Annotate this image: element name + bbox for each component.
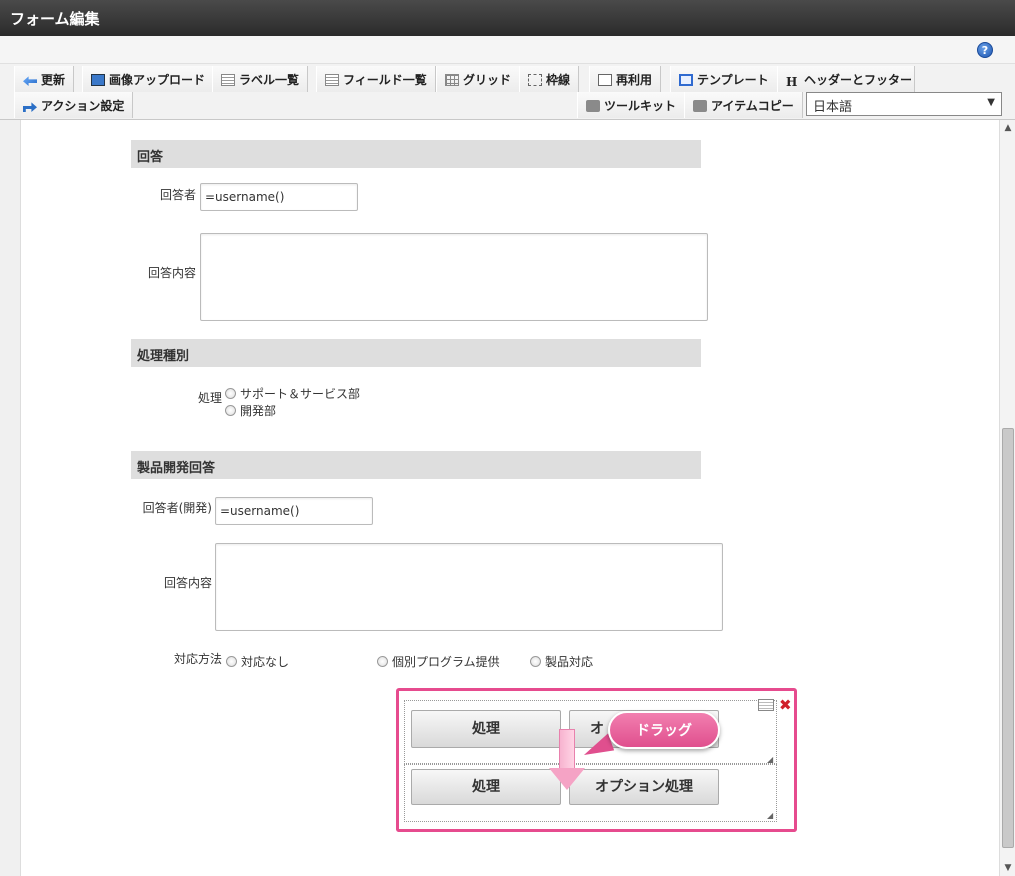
radio-individual-program[interactable]: 個別プログラム提供 <box>377 653 500 670</box>
section-header-answer: 回答 <box>131 140 701 168</box>
image-icon <box>91 74 105 86</box>
button-container-dragging[interactable]: ✖ 処理 オ ◢ <box>396 688 797 770</box>
resize-grip-icon[interactable]: ◢ <box>767 755 775 764</box>
language-select-value: 日本語 <box>813 100 853 115</box>
radio-development[interactable]: 開発部 <box>225 402 276 419</box>
toolbar: 更新 画像アップロード ラベル一覧 フィールド一覧 グリッド 枠線 再利用 テン… <box>0 64 1015 120</box>
reuse-button[interactable]: 再利用 <box>589 66 662 92</box>
chevron-down-icon: ▼ <box>987 97 995 108</box>
item-copy-button[interactable]: アイテムコピー <box>684 92 803 118</box>
button-container-target[interactable]: 処理 オプション処理 ◢ <box>396 764 797 832</box>
method-label: 対応方法 <box>173 652 222 666</box>
toolbox-icon <box>693 100 707 112</box>
radio-support-service[interactable]: サポート＆サービス部 <box>225 385 360 402</box>
grid-icon <box>445 74 459 86</box>
resize-grip-icon[interactable]: ◢ <box>767 811 775 820</box>
field-list-button[interactable]: フィールド一覧 <box>316 66 436 92</box>
grid-button[interactable]: グリッド <box>436 66 521 92</box>
respondent-input[interactable]: =username() <box>200 183 358 211</box>
scroll-down-icon[interactable]: ▼ <box>1000 860 1015 876</box>
answer-content-label: 回答内容 <box>147 266 196 280</box>
help-icon[interactable]: ? <box>977 42 993 58</box>
process-button[interactable]: 処理 <box>411 769 561 805</box>
section-header-process-type: 処理種別 <box>131 339 701 367</box>
document-icon <box>598 74 612 86</box>
template-button[interactable]: テンプレート <box>670 66 778 92</box>
header-icon: H <box>786 75 798 89</box>
image-upload-button[interactable]: 画像アップロード <box>82 66 215 92</box>
list-icon <box>325 74 339 86</box>
respondent-label: 回答者 <box>159 188 196 202</box>
dev-respondent-label: 回答者(開発) <box>142 501 212 515</box>
dev-answer-content-label: 回答内容 <box>163 576 212 590</box>
scroll-up-icon[interactable]: ▲ <box>1000 120 1015 136</box>
drag-callout: ドラッグ <box>608 711 720 749</box>
canvas-left-margin <box>0 120 21 876</box>
drag-arrow-head-icon <box>549 768 585 790</box>
update-button[interactable]: 更新 <box>14 66 75 92</box>
action-icon <box>23 102 37 112</box>
answer-content-textarea[interactable] <box>200 233 708 321</box>
list-icon <box>221 74 235 86</box>
template-icon <box>679 74 693 86</box>
scroll-thumb[interactable] <box>1002 428 1014 848</box>
toolbox-icon <box>586 100 600 112</box>
radio-circle[interactable] <box>530 656 541 667</box>
action-settings-button[interactable]: アクション設定 <box>14 92 134 118</box>
table-icon[interactable] <box>758 699 774 711</box>
radio-circle[interactable] <box>225 405 236 416</box>
header-footer-button[interactable]: H ヘッダーとフッター <box>777 66 915 92</box>
language-select[interactable]: 日本語 ▼ <box>806 92 1002 116</box>
process-label: 処理 <box>197 391 222 405</box>
process-button[interactable]: 処理 <box>411 710 561 748</box>
frame-line-button[interactable]: 枠線 <box>519 66 580 92</box>
toolkit-button[interactable]: ツールキット <box>577 92 686 118</box>
close-icon[interactable]: ✖ <box>779 698 792 713</box>
update-icon <box>23 76 37 86</box>
dev-respondent-input[interactable]: =username() <box>215 497 373 525</box>
radio-circle[interactable] <box>225 388 236 399</box>
radio-no-action[interactable]: 対応なし <box>226 653 289 670</box>
drag-arrow-icon <box>559 729 575 769</box>
vertical-scrollbar[interactable]: ▲ ▼ <box>999 120 1015 876</box>
option-process-button[interactable]: オプション処理 <box>569 769 719 805</box>
dev-answer-content-textarea[interactable] <box>215 543 723 631</box>
radio-circle[interactable] <box>377 656 388 667</box>
radio-circle[interactable] <box>226 656 237 667</box>
radio-product-support[interactable]: 製品対応 <box>530 653 593 670</box>
section-header-dev-answer: 製品開発回答 <box>131 451 701 479</box>
window-title: フォーム編集 <box>0 0 1015 36</box>
label-list-button[interactable]: ラベル一覧 <box>212 66 309 92</box>
frame-icon <box>528 74 542 86</box>
help-bar: ? <box>0 36 1015 64</box>
